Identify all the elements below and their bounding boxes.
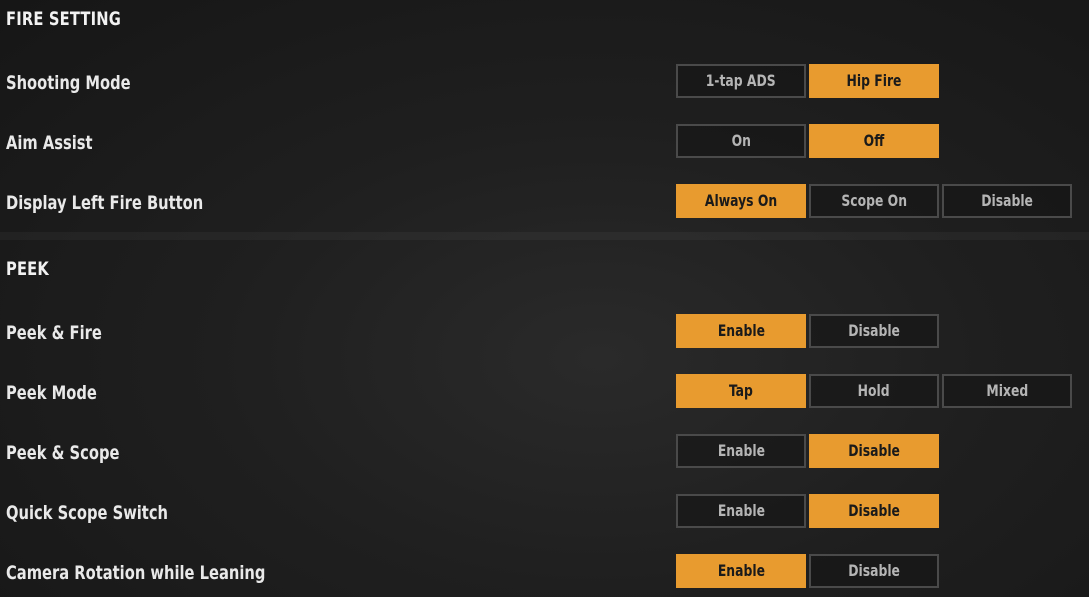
option-label: On — [731, 131, 751, 150]
setting-label: Peek Mode — [6, 382, 97, 404]
option-display-left-fire-button-always-on[interactable]: Always On — [676, 184, 806, 218]
option-display-left-fire-button-scope-on[interactable]: Scope On — [809, 184, 939, 218]
option-peek-mode-mixed[interactable]: Mixed — [942, 374, 1072, 408]
setting-row-shooting-mode: Shooting Mode 1-tap ADS Hip Fire — [0, 64, 1089, 102]
option-shooting-mode-1-tap-ads[interactable]: 1-tap ADS — [676, 64, 806, 98]
option-peek-mode-tap[interactable]: Tap — [676, 374, 806, 408]
option-label: 1-tap ADS — [706, 71, 776, 90]
option-camera-rotation-while-leaning-disable[interactable]: Disable — [809, 554, 939, 588]
setting-row-display-left-fire-button: Display Left Fire Button Always On Scope O… — [0, 184, 1089, 222]
option-quick-scope-switch-disable[interactable]: Disable — [809, 494, 939, 528]
option-camera-rotation-while-leaning-enable[interactable]: Enable — [676, 554, 806, 588]
fire-setting-title: FIRE SETTING — [6, 8, 121, 30]
setting-label: Shooting Mode — [6, 72, 131, 94]
setting-label: Camera Rotation while Leaning — [6, 562, 266, 584]
option-label: Disable — [848, 561, 900, 580]
option-peek-and-scope-disable[interactable]: Disable — [809, 434, 939, 468]
option-peek-and-scope-enable[interactable]: Enable — [676, 434, 806, 468]
peek-title: PEEK — [6, 258, 49, 280]
option-display-left-fire-button-disable[interactable]: Disable — [942, 184, 1072, 218]
option-label: Enable — [717, 441, 765, 460]
option-label: Tap — [729, 381, 753, 400]
option-label: Hold — [858, 381, 890, 400]
setting-row-camera-rotation-while-leaning: Camera Rotation while Leaning Enable Disab… — [0, 554, 1089, 592]
setting-row-peek-and-scope: Peek & Scope Enable Disable — [0, 434, 1089, 472]
option-label: Always On — [704, 191, 778, 210]
option-label: Mixed — [986, 381, 1028, 400]
setting-label: Aim Assist — [6, 132, 93, 154]
option-label: Enable — [717, 561, 765, 580]
setting-row-aim-assist: Aim Assist On Off — [0, 124, 1089, 162]
option-label: Enable — [717, 501, 765, 520]
option-label: Disable — [848, 321, 900, 340]
option-label: Enable — [717, 321, 765, 340]
setting-row-quick-scope-switch: Quick Scope Switch Enable Disable — [0, 494, 1089, 532]
option-aim-assist-on[interactable]: On — [676, 124, 806, 158]
option-label: Disable — [848, 501, 900, 520]
option-peek-mode-hold[interactable]: Hold — [809, 374, 939, 408]
option-label: Disable — [848, 441, 900, 460]
setting-label: Quick Scope Switch — [6, 502, 169, 524]
option-peek-and-fire-enable[interactable]: Enable — [676, 314, 806, 348]
option-shooting-mode-hip-fire[interactable]: Hip Fire — [809, 64, 939, 98]
option-aim-assist-off[interactable]: Off — [809, 124, 939, 158]
section-divider — [0, 232, 1089, 240]
option-label: Hip Fire — [846, 71, 902, 90]
option-quick-scope-switch-enable[interactable]: Enable — [676, 494, 806, 528]
option-peek-and-fire-disable[interactable]: Disable — [809, 314, 939, 348]
option-label: Scope On — [841, 191, 907, 210]
option-label: Disable — [981, 191, 1033, 210]
setting-label: Peek & Scope — [6, 442, 120, 464]
setting-row-peek-mode: Peek Mode Tap Hold Mixed — [0, 374, 1089, 412]
option-label: Off — [863, 131, 885, 150]
setting-label: Display Left Fire Button — [6, 192, 204, 214]
setting-label: Peek & Fire — [6, 322, 102, 344]
setting-row-peek-and-fire: Peek & Fire Enable Disable — [0, 314, 1089, 352]
